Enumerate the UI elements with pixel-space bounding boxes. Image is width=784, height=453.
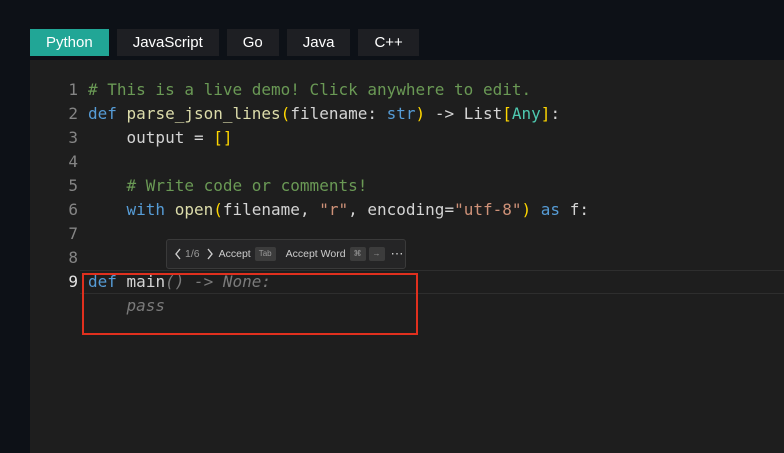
tab-c-[interactable]: C++: [358, 29, 419, 56]
line-number: 4: [68, 152, 78, 171]
code-line: 6 with open(filename, "r", encoding="utf…: [30, 198, 784, 222]
tab-go[interactable]: Go: [226, 29, 279, 56]
code-text: with open(filename, "r", encoding="utf-8…: [88, 198, 589, 222]
line-number: 2: [68, 104, 78, 123]
tab-java[interactable]: Java: [286, 29, 351, 56]
command-key-hint: ⌘: [349, 247, 366, 261]
code-token: ): [415, 104, 426, 123]
code-token: , encoding=: [348, 200, 455, 219]
code-token: (: [213, 200, 223, 219]
code-token: Any: [511, 104, 541, 123]
code-line: 2 def parse_json_lines(filename: str) -> …: [30, 102, 784, 126]
code-token: filename:: [290, 104, 387, 123]
code-token: # This is a live demo! Click anywhere to…: [88, 80, 532, 99]
code-token: (: [280, 104, 291, 123]
code-token: -> List: [425, 104, 503, 123]
arrow-key-hint: →: [368, 247, 385, 261]
code-line: 8: [30, 246, 784, 270]
code-text: def parse_json_lines(filename: str) -> L…: [88, 102, 560, 126]
inline-suggestion-toolbar: 1/6 Accept Tab Accept Word ⌘ → ⋯: [166, 239, 406, 269]
code-token: def: [88, 104, 117, 123]
code-token: [: [502, 104, 512, 123]
language-tabs: Python JavaScript Go Java C++: [30, 29, 419, 56]
code-line: 7: [30, 222, 784, 246]
code-token: with: [126, 200, 166, 219]
code-token: open: [174, 200, 214, 219]
line-number: 1: [68, 80, 78, 99]
accept-key-hint: Tab: [254, 247, 276, 261]
code-token: # Write code or comments!: [126, 176, 368, 195]
code-line: 1 # This is a live demo! Click anywhere t…: [30, 78, 784, 102]
code-token: []: [213, 128, 233, 147]
code-token: :: [550, 104, 561, 123]
code-text: # Write code or comments!: [88, 174, 368, 198]
suggestion-count: 1/6: [185, 248, 200, 260]
accept-button[interactable]: Accept: [219, 248, 251, 260]
code-line: 4: [30, 150, 784, 174]
code-token: as: [540, 200, 561, 219]
accept-word-button[interactable]: Accept Word: [286, 248, 346, 260]
chevron-right-icon[interactable]: [205, 247, 215, 261]
code-token: "utf-8": [454, 200, 522, 219]
line-number: 9: [68, 272, 78, 291]
code-token: f:: [560, 200, 589, 219]
line-number: 8: [68, 248, 78, 267]
tab-javascript[interactable]: JavaScript: [116, 29, 219, 56]
code-token: filename,: [222, 200, 320, 219]
line-number: 6: [68, 200, 78, 219]
more-options-icon[interactable]: ⋯: [391, 246, 404, 262]
tab-python[interactable]: Python: [30, 29, 109, 56]
suggestion-highlight-box: [82, 273, 418, 335]
code-text: output = []: [88, 126, 233, 150]
code-token: ]: [540, 104, 551, 123]
code-token: ): [521, 200, 532, 219]
line-number: 5: [68, 176, 78, 195]
code-token: output =: [88, 128, 214, 147]
code-token: "r": [319, 200, 349, 219]
line-number: 3: [68, 128, 78, 147]
chevron-left-icon[interactable]: [173, 247, 183, 261]
code-line: 3 output = []: [30, 126, 784, 150]
code-line: 5 # Write code or comments!: [30, 174, 784, 198]
line-number: 7: [68, 224, 78, 243]
code-editor[interactable]: 1 # This is a live demo! Click anywhere t…: [30, 60, 784, 453]
code-text: # This is a live demo! Click anywhere to…: [88, 78, 531, 102]
code-token: parse_json_lines: [126, 104, 281, 123]
code-token: str: [386, 104, 416, 123]
